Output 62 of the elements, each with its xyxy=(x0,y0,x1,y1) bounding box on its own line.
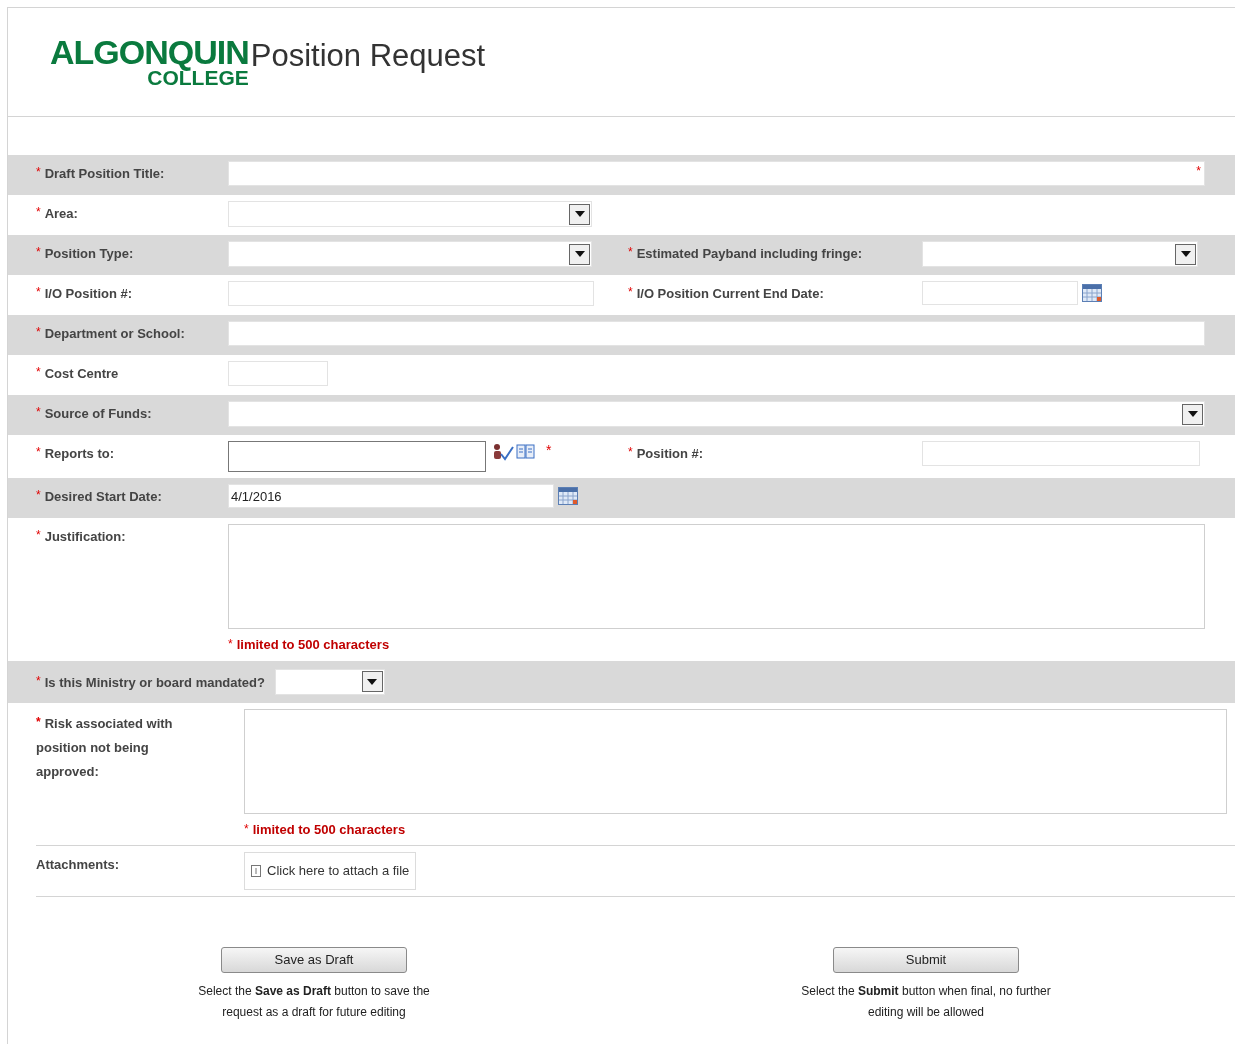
required-mark: * xyxy=(36,527,41,544)
calendar-icon[interactable] xyxy=(1082,284,1102,302)
required-mark: * xyxy=(36,164,41,181)
character-limit-note: limited to 500 characters xyxy=(236,636,390,654)
justification-textarea[interactable] xyxy=(228,524,1205,629)
text-field[interactable] xyxy=(228,281,594,306)
attach-file-button[interactable]: Click here to attach a file xyxy=(244,852,417,890)
text-field[interactable] xyxy=(228,321,1205,346)
field-label: Estimated Payband including fringe: xyxy=(636,245,863,263)
date-field[interactable] xyxy=(922,281,1078,305)
calendar-icon[interactable] xyxy=(558,487,578,505)
dropdown-field[interactable] xyxy=(275,668,385,695)
required-mark: * xyxy=(228,636,233,653)
field-label: Cost Centre xyxy=(44,365,119,383)
required-mark: * xyxy=(36,244,41,261)
required-mark: * xyxy=(628,244,633,261)
risk-textarea[interactable] xyxy=(244,708,1227,814)
dropdown-field[interactable] xyxy=(228,241,592,267)
field-label: Area: xyxy=(44,205,78,223)
required-mark: * xyxy=(36,672,41,690)
field-label: Reports to: xyxy=(44,445,114,463)
field-label: * Risk associated with position not being approved: xyxy=(36,715,173,779)
required-mark: * xyxy=(36,444,41,461)
action-button[interactable]: Submit xyxy=(833,947,1019,973)
required-mark: * xyxy=(628,444,633,461)
field-label: Justification: xyxy=(44,528,126,546)
field-label: Source of Funds: xyxy=(44,405,152,423)
required-mark: * xyxy=(244,820,249,838)
date-field[interactable]: 4/1/2016 xyxy=(228,484,554,508)
check-names-icon[interactable] xyxy=(492,443,514,461)
dropdown-field[interactable] xyxy=(922,241,1198,267)
attachment-icon xyxy=(251,865,261,877)
field-label: I/O Position Current End Date: xyxy=(636,285,824,303)
required-mark: * xyxy=(36,487,41,504)
required-mark: * xyxy=(36,404,41,421)
field-label: Department or School: xyxy=(44,325,185,343)
page-title: Position Request xyxy=(250,40,486,71)
field-label: I/O Position #: xyxy=(44,285,133,303)
action-button[interactable]: Save as Draft xyxy=(221,947,407,973)
field-label: Position Type: xyxy=(44,245,134,263)
field-label: Desired Start Date: xyxy=(44,488,162,506)
text-field[interactable] xyxy=(228,361,328,386)
required-mark: * xyxy=(36,324,41,341)
text-field[interactable] xyxy=(228,161,1205,186)
dropdown-field[interactable] xyxy=(228,401,1205,427)
field-label: Attachments: xyxy=(36,856,120,874)
field-label: Is this Ministry or board mandated? xyxy=(44,673,265,692)
required-mark: * xyxy=(628,284,633,301)
required-mark: * xyxy=(36,364,41,381)
required-mark: * xyxy=(546,441,552,459)
required-mark: * xyxy=(36,284,41,301)
required-mark: * xyxy=(36,714,41,729)
action-help-text: Select the Save as Draft button to save the request as a draft for future editing xyxy=(197,983,431,1021)
field-label: Draft Position Title: xyxy=(44,165,165,183)
dropdown-field[interactable] xyxy=(228,201,592,227)
required-mark: * xyxy=(1196,163,1201,180)
field-label: Position #: xyxy=(636,445,704,463)
action-help-text: Select the Submit button when final, no further editing will be allowed xyxy=(800,983,1052,1021)
character-limit-note: limited to 500 characters xyxy=(252,820,406,839)
people-picker-field[interactable] xyxy=(228,441,486,472)
required-mark: * xyxy=(36,204,41,221)
text-field[interactable] xyxy=(922,441,1200,466)
